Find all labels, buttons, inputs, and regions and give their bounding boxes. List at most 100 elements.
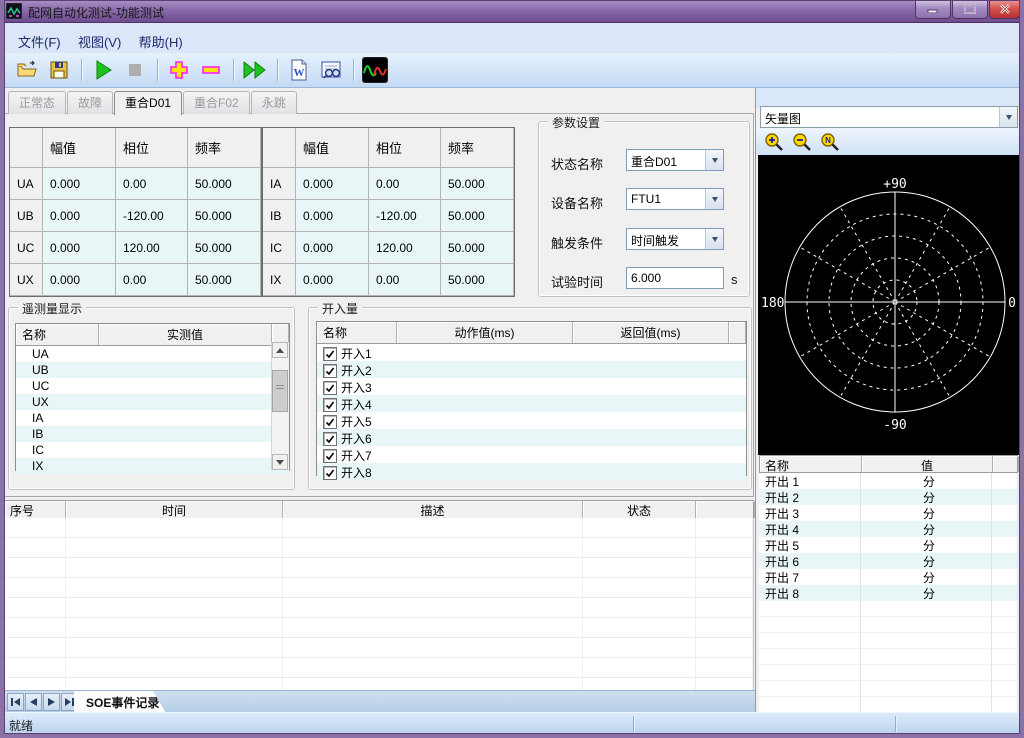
- phase-cell[interactable]: 0.00: [369, 264, 441, 296]
- trigger-condition-combo[interactable]: 时间触发: [626, 228, 724, 250]
- amp-cell[interactable]: 0.000: [43, 264, 116, 296]
- digital-input-row[interactable]: 开入4: [317, 395, 746, 412]
- print-preview-button[interactable]: [318, 57, 344, 83]
- checkbox-checked[interactable]: [323, 381, 337, 395]
- digital-input-row[interactable]: 开入6: [317, 429, 746, 446]
- freq-cell[interactable]: 50.000: [188, 168, 261, 200]
- phase-cell[interactable]: 120.00: [116, 232, 188, 264]
- chevron-down-icon[interactable]: [705, 229, 723, 249]
- amp-cell[interactable]: 0.000: [296, 232, 369, 264]
- stop-test-button[interactable]: [122, 57, 148, 83]
- freq-cell[interactable]: 50.000: [188, 264, 261, 296]
- column-header[interactable]: 名称: [16, 324, 99, 345]
- column-header[interactable]: 动作值(ms): [397, 322, 573, 343]
- column-header[interactable]: 描述: [283, 501, 583, 518]
- first-page-icon[interactable]: [7, 693, 24, 711]
- menu-help[interactable]: 帮助(H): [132, 30, 190, 53]
- telemetry-row[interactable]: IB: [16, 426, 289, 442]
- phase-cell[interactable]: -120.00: [369, 200, 441, 232]
- output-row[interactable]: 开出 2分: [759, 489, 1018, 505]
- phase-cell[interactable]: 0.00: [116, 168, 188, 200]
- digital-input-row[interactable]: 开入2: [317, 361, 746, 378]
- chevron-down-icon[interactable]: [705, 189, 723, 209]
- column-header[interactable]: 名称: [317, 322, 397, 343]
- output-row[interactable]: 开出 7分: [759, 569, 1018, 585]
- telemetry-row[interactable]: UX: [16, 394, 289, 410]
- output-row[interactable]: 开出 8分: [759, 585, 1018, 601]
- column-header[interactable]: 返回值(ms): [573, 322, 729, 343]
- digital-input-row[interactable]: 开入5: [317, 412, 746, 429]
- freq-cell[interactable]: 50.000: [441, 168, 514, 200]
- checkbox-checked[interactable]: [323, 449, 337, 463]
- output-row[interactable]: 开出 5分: [759, 537, 1018, 553]
- scrollbar-thumb[interactable]: [272, 370, 288, 412]
- device-name-combo[interactable]: FTU1: [626, 188, 724, 210]
- word-report-button[interactable]: W: [286, 57, 312, 83]
- menu-file[interactable]: 文件(F): [11, 30, 68, 53]
- freq-cell[interactable]: 50.000: [188, 200, 261, 232]
- output-row[interactable]: 开出 3分: [759, 505, 1018, 521]
- run-all-button[interactable]: [242, 57, 268, 83]
- output-row[interactable]: 开出 1分: [759, 473, 1018, 489]
- checkbox-checked[interactable]: [323, 364, 337, 378]
- column-header[interactable]: 名称: [760, 456, 862, 472]
- event-table-body[interactable]: [4, 518, 754, 690]
- telemetry-row[interactable]: UC: [16, 378, 289, 394]
- phase-cell[interactable]: -120.00: [116, 200, 188, 232]
- checkbox-checked[interactable]: [323, 432, 337, 446]
- phase-cell[interactable]: 0.00: [116, 264, 188, 296]
- menu-view[interactable]: 视图(V): [71, 30, 128, 53]
- test-time-input[interactable]: [626, 267, 724, 289]
- column-header[interactable]: 时间: [66, 501, 283, 518]
- amp-cell[interactable]: 0.000: [296, 264, 369, 296]
- add-state-button[interactable]: [166, 57, 192, 83]
- remove-state-button[interactable]: [198, 57, 224, 83]
- next-page-icon[interactable]: [43, 693, 60, 711]
- checkbox-checked[interactable]: [323, 415, 337, 429]
- amp-cell[interactable]: 0.000: [43, 168, 116, 200]
- chevron-down-icon[interactable]: [705, 150, 723, 170]
- chevron-down-icon[interactable]: [999, 107, 1017, 127]
- tab-fault[interactable]: 故障: [67, 91, 113, 114]
- tab-normal-state[interactable]: 正常态: [8, 91, 66, 114]
- digital-input-row[interactable]: 开入1: [317, 344, 746, 361]
- close-button[interactable]: [989, 0, 1020, 19]
- output-row[interactable]: 开出 6分: [759, 553, 1018, 569]
- telemetry-row[interactable]: UA: [16, 346, 289, 362]
- open-button[interactable]: [14, 57, 40, 83]
- freq-cell[interactable]: 50.000: [441, 232, 514, 264]
- checkbox-checked[interactable]: [323, 466, 337, 480]
- zoom-reset-icon[interactable]: N: [820, 132, 840, 152]
- prev-page-icon[interactable]: [25, 693, 42, 711]
- state-name-combo[interactable]: 重合D01: [626, 149, 724, 171]
- view-type-combo[interactable]: 矢量图: [760, 106, 1018, 128]
- zoom-in-icon[interactable]: [764, 132, 784, 152]
- digital-input-row[interactable]: 开入7: [317, 446, 746, 463]
- checkbox-checked[interactable]: [323, 347, 337, 361]
- start-test-button[interactable]: [90, 57, 116, 83]
- column-header[interactable]: 状态: [583, 501, 696, 518]
- freq-cell[interactable]: 50.000: [441, 200, 514, 232]
- waveform-view-button[interactable]: [362, 57, 388, 83]
- vertical-scrollbar[interactable]: [271, 342, 289, 470]
- save-button[interactable]: [46, 57, 72, 83]
- tab-soe-event-log[interactable]: SOE事件记录: [74, 691, 166, 713]
- digital-input-row[interactable]: 开入8: [317, 463, 746, 480]
- tab-permanent-trip[interactable]: 永跳: [251, 91, 297, 114]
- column-header[interactable]: 值: [862, 456, 993, 472]
- telemetry-row[interactable]: IC: [16, 442, 289, 458]
- telemetry-row[interactable]: IA: [16, 410, 289, 426]
- output-row[interactable]: 开出 4分: [759, 521, 1018, 537]
- amp-cell[interactable]: 0.000: [296, 168, 369, 200]
- tab-reclose-f02[interactable]: 重合F02: [183, 91, 250, 114]
- scroll-down-icon[interactable]: [272, 454, 288, 470]
- amp-cell[interactable]: 0.000: [43, 232, 116, 264]
- tab-reclose-d01[interactable]: 重合D01: [114, 91, 182, 115]
- zoom-out-icon[interactable]: [792, 132, 812, 152]
- checkbox-checked[interactable]: [323, 398, 337, 412]
- column-header[interactable]: 实测值: [99, 324, 272, 345]
- minimize-button[interactable]: [915, 0, 951, 19]
- freq-cell[interactable]: 50.000: [441, 264, 514, 296]
- amp-cell[interactable]: 0.000: [43, 200, 116, 232]
- phase-cell[interactable]: 120.00: [369, 232, 441, 264]
